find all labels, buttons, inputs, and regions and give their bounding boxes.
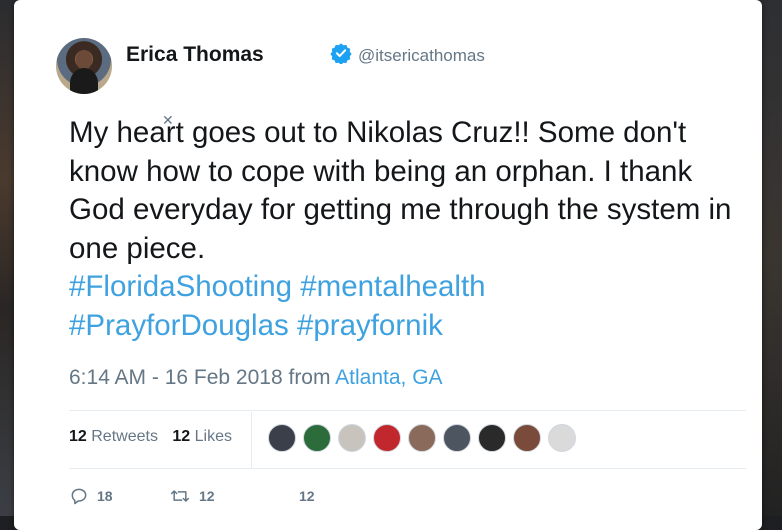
tweet-meta: 6:14 AM - 16 Feb 2018 from Atlanta, GA bbox=[69, 366, 443, 390]
avatar-head bbox=[76, 50, 92, 70]
verified-badge-icon bbox=[330, 42, 352, 65]
liker-avatar-3[interactable] bbox=[338, 424, 366, 452]
reply-icon bbox=[69, 486, 89, 506]
like-button[interactable]: 12 bbox=[269, 484, 315, 508]
hashtag-link[interactable]: #FloridaShooting bbox=[69, 270, 292, 303]
stats-separator bbox=[251, 412, 252, 468]
divider-bottom bbox=[69, 468, 746, 469]
retweet-icon bbox=[169, 486, 191, 506]
retweets-stat[interactable]: 12 Retweets bbox=[69, 428, 158, 445]
liker-avatar-2[interactable] bbox=[303, 424, 331, 452]
liker-avatar-6[interactable] bbox=[443, 424, 471, 452]
liker-avatar-7[interactable] bbox=[478, 424, 506, 452]
divider-top bbox=[69, 410, 746, 411]
avatar-body bbox=[70, 68, 98, 94]
tweet-card: Erica Thomas @itsericathomas ✕ My heart … bbox=[14, 0, 762, 530]
reply-count: 18 bbox=[97, 488, 113, 504]
liker-avatar-5[interactable] bbox=[408, 424, 436, 452]
hashtag-link[interactable]: #prayfornik bbox=[297, 309, 443, 342]
retweet-count: 12 bbox=[199, 488, 215, 504]
hashtag-link[interactable]: #mentalhealth bbox=[300, 270, 485, 303]
author-handle[interactable]: @itsericathomas bbox=[358, 46, 485, 66]
liker-avatar-4[interactable] bbox=[373, 424, 401, 452]
tweet-timestamp[interactable]: 6:14 AM - 16 Feb 2018 bbox=[69, 366, 283, 389]
like-count: 12 bbox=[299, 488, 315, 504]
tweet-actions: 18 12 12 bbox=[69, 484, 369, 508]
tweet-header: Erica Thomas @itsericathomas bbox=[56, 38, 656, 98]
retweet-button[interactable]: 12 bbox=[169, 484, 215, 508]
liker-avatar-1[interactable] bbox=[268, 424, 296, 452]
author-avatar[interactable] bbox=[56, 38, 112, 94]
liker-avatar-9[interactable] bbox=[548, 424, 576, 452]
author-name[interactable]: Erica Thomas bbox=[126, 43, 264, 67]
engagement-stats: 12 Retweets 12 Likes bbox=[69, 428, 232, 446]
reply-button[interactable]: 18 bbox=[69, 484, 113, 508]
tweet-location[interactable]: Atlanta, GA bbox=[335, 366, 442, 389]
tweet-body: My heart goes out to Nikolas Cruz!! Some… bbox=[69, 116, 732, 265]
from-label: from bbox=[288, 366, 331, 389]
liker-avatar-8[interactable] bbox=[513, 424, 541, 452]
likes-stat[interactable]: 12 Likes bbox=[172, 428, 232, 445]
tweet-text: My heart goes out to Nikolas Cruz!! Some… bbox=[69, 114, 749, 345]
hashtag-link[interactable]: #PrayforDouglas bbox=[69, 309, 289, 342]
